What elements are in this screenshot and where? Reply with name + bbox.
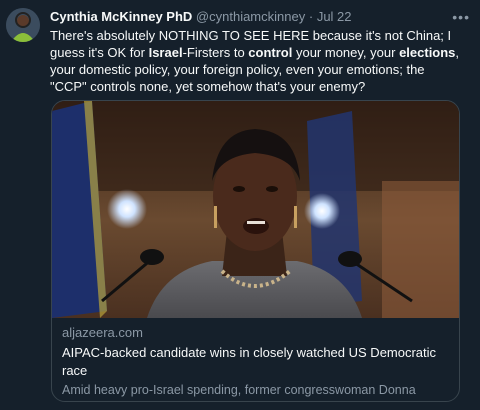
author-name[interactable]: Cynthia McKinney PhD <box>50 9 192 24</box>
text-segment-bold[interactable]: elections <box>399 45 455 60</box>
avatar[interactable] <box>6 8 40 42</box>
card-domain[interactable]: aljazeera.com <box>62 324 449 342</box>
link-card[interactable]: aljazeera.com AIPAC-backed candidate win… <box>51 100 460 402</box>
header-separator: · <box>308 9 314 24</box>
card-image[interactable] <box>52 101 459 318</box>
author-handle[interactable]: @cynthiamckinney <box>196 9 305 24</box>
text-segment-bold[interactable]: Israel <box>149 45 183 60</box>
text-segment-bold[interactable]: control <box>248 45 292 60</box>
text-segment: -Firsters to <box>182 45 249 60</box>
tweet-header: Cynthia McKinney PhD @cynthiamckinney · … <box>50 8 469 26</box>
more-dots-icon[interactable]: ••• <box>452 8 470 26</box>
tweet-date[interactable]: Jul 22 <box>317 9 352 24</box>
card-meta: aljazeera.com AIPAC-backed candidate win… <box>62 324 449 401</box>
tweet-content: Cynthia McKinney PhD @cynthiamckinney · … <box>50 8 469 95</box>
text-segment: your money, your <box>292 45 400 60</box>
card-description: Amid heavy pro-Israel spending, former c… <box>62 383 416 401</box>
card-headline[interactable]: AIPAC-backed candidate wins in closely w… <box>62 344 449 380</box>
tweet[interactable]: Cynthia McKinney PhD @cynthiamckinney · … <box>0 0 480 410</box>
tweet-text: There's absolutely NOTHING TO SEE HERE b… <box>50 27 460 95</box>
